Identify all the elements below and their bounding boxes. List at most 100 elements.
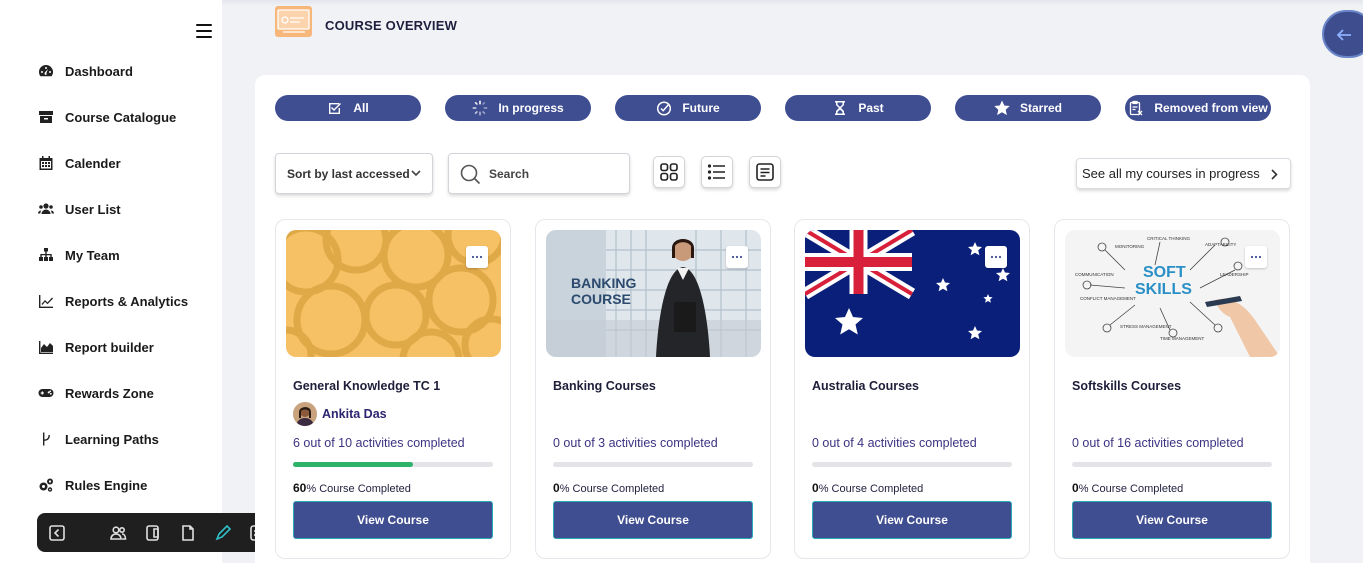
svg-text:COMMUNICATION: COMMUNICATION — [1075, 272, 1114, 277]
course-card: MONITORING CRITICAL THINKING ADAPTABILIT… — [1054, 219, 1290, 559]
list-view-button[interactable] — [701, 156, 733, 188]
filter-starred-button[interactable]: Starred — [955, 95, 1101, 121]
search-input[interactable] — [489, 165, 619, 183]
back-button[interactable] — [1322, 10, 1363, 58]
image-text-line-2: SKILLS — [1135, 281, 1192, 298]
sidebar-item-rewards-zone[interactable]: Rewards Zone — [38, 382, 154, 404]
filter-label: Future — [682, 101, 720, 115]
ellipsis-icon — [471, 255, 483, 259]
card-menu-button[interactable] — [985, 246, 1007, 268]
sidebar-item-label: Course Catalogue — [65, 109, 177, 125]
floating-toolbar — [37, 513, 278, 552]
card-menu-button[interactable] — [726, 246, 748, 268]
sort-label: Sort by last accessed — [287, 166, 410, 181]
course-image[interactable]: BANKING COURSE — [546, 230, 761, 357]
page-flip-icon[interactable] — [144, 524, 162, 542]
progress-bar — [812, 462, 1012, 467]
filter-all-button[interactable]: All — [275, 95, 421, 121]
document-icon[interactable] — [179, 524, 197, 542]
image-text-line-2: COURSE — [571, 291, 631, 307]
filter-in-progress-button[interactable]: In progress — [445, 95, 591, 121]
filter-past-button[interactable]: Past — [785, 95, 931, 121]
summary-view-button[interactable] — [749, 156, 781, 188]
collapse-left-icon[interactable] — [48, 524, 66, 542]
completion-suffix: % Course Completed — [818, 483, 924, 495]
view-course-button[interactable]: View Course — [812, 501, 1012, 539]
course-author: Ankita Das — [293, 402, 387, 426]
view-course-button[interactable]: View Course — [553, 501, 753, 539]
hamburger-menu-icon[interactable] — [196, 24, 212, 38]
users-icon — [38, 203, 54, 214]
sidebar-item-label: Learning Paths — [65, 431, 159, 447]
view-course-button[interactable]: View Course — [1072, 501, 1272, 539]
course-title[interactable]: Softskills Courses — [1072, 379, 1181, 393]
sidebar-item-dashboard[interactable]: Dashboard — [38, 60, 133, 82]
sidebar-item-course-catalogue[interactable]: Course Catalogue — [38, 106, 176, 128]
filter-removed-button[interactable]: Removed from view — [1125, 95, 1271, 121]
catalogue-box-icon — [39, 111, 53, 123]
course-title[interactable]: Banking Courses — [553, 379, 656, 393]
sidebar-item-rules-engine[interactable]: Rules Engine — [38, 474, 147, 496]
cogs-icon — [39, 478, 53, 492]
sidebar-item-learning-paths[interactable]: Learning Paths — [38, 428, 159, 450]
dashboard-gauge-icon — [39, 65, 53, 77]
filter-label: Past — [858, 101, 884, 115]
svg-text:MONITORING: MONITORING — [1115, 244, 1145, 249]
course-completed-text: 0% Course Completed — [553, 481, 664, 495]
sidebar-item-label: User List — [65, 201, 121, 217]
filter-label: All — [353, 101, 369, 115]
course-title[interactable]: General Knowledge TC 1 — [293, 379, 440, 393]
svg-text:LEADERSHIP: LEADERSHIP — [1220, 272, 1249, 277]
avatar — [293, 402, 317, 426]
people-icon[interactable] — [109, 524, 127, 542]
sidebar-item-calender[interactable]: Calender — [38, 152, 121, 174]
course-image[interactable]: MONITORING CRITICAL THINKING ADAPTABILIT… — [1065, 230, 1280, 357]
branch-icon — [43, 432, 50, 446]
search-box[interactable] — [448, 153, 630, 194]
clipboard-remove-icon — [1130, 100, 1143, 116]
sidebar: Dashboard Course Catalogue Calender User… — [0, 0, 222, 563]
progress-bar — [293, 462, 493, 467]
course-card: BANKING COURSE Banking Courses 0 out of … — [535, 219, 771, 559]
sidebar-item-my-team[interactable]: My Team — [38, 244, 120, 266]
course-completed-text: 60% Course Completed — [293, 481, 411, 495]
course-overview-logo — [275, 6, 312, 37]
course-image[interactable] — [286, 230, 501, 357]
line-chart-icon — [39, 295, 53, 308]
sidebar-item-reports-analytics[interactable]: Reports & Analytics — [38, 290, 188, 312]
card-menu-button[interactable] — [466, 246, 488, 268]
course-card: General Knowledge TC 1 Ankita Das 6 out … — [275, 219, 511, 559]
sidebar-item-report-builder[interactable]: Report builder — [38, 336, 154, 358]
image-text-line-1: BANKING — [571, 275, 636, 291]
gamepad-icon — [38, 389, 54, 397]
card-menu-button[interactable] — [1245, 246, 1267, 268]
sort-dropdown[interactable]: Sort by last accessed — [275, 153, 433, 194]
sidebar-item-label: Dashboard — [65, 63, 133, 79]
filter-label: Removed from view — [1154, 101, 1268, 115]
spinner-icon — [472, 100, 488, 116]
check-square-icon — [329, 103, 342, 114]
filter-future-button[interactable]: Future — [615, 95, 761, 121]
hourglass-icon — [835, 101, 846, 115]
ellipsis-icon — [990, 255, 1002, 259]
see-all-in-progress-button[interactable]: See all my courses in progress — [1076, 158, 1291, 189]
course-title[interactable]: Australia Courses — [812, 379, 919, 393]
clock-check-icon — [657, 101, 672, 116]
filter-label: Starred — [1019, 101, 1063, 115]
view-course-button[interactable]: View Course — [293, 501, 493, 539]
completion-suffix: % Course Completed — [559, 483, 665, 495]
sidebar-item-label: My Team — [65, 247, 120, 263]
svg-text:STRESS MANAGEMENT: STRESS MANAGEMENT — [1120, 324, 1172, 329]
sidebar-item-label: Calender — [65, 155, 121, 171]
activities-progress-text: 0 out of 4 activities completed — [812, 436, 977, 450]
course-image[interactable] — [805, 230, 1020, 357]
sidebar-item-label: Report builder — [65, 339, 154, 355]
sidebar-item-user-list[interactable]: User List — [38, 198, 121, 220]
grid-view-button[interactable] — [653, 156, 685, 188]
pen-icon[interactable] — [214, 524, 232, 542]
arrow-left-icon — [1336, 29, 1351, 41]
search-icon — [460, 164, 481, 185]
see-all-label: See all my courses in progress — [1082, 166, 1260, 181]
completion-percent: 60 — [293, 481, 307, 495]
completion-percent: 0 — [812, 481, 819, 495]
